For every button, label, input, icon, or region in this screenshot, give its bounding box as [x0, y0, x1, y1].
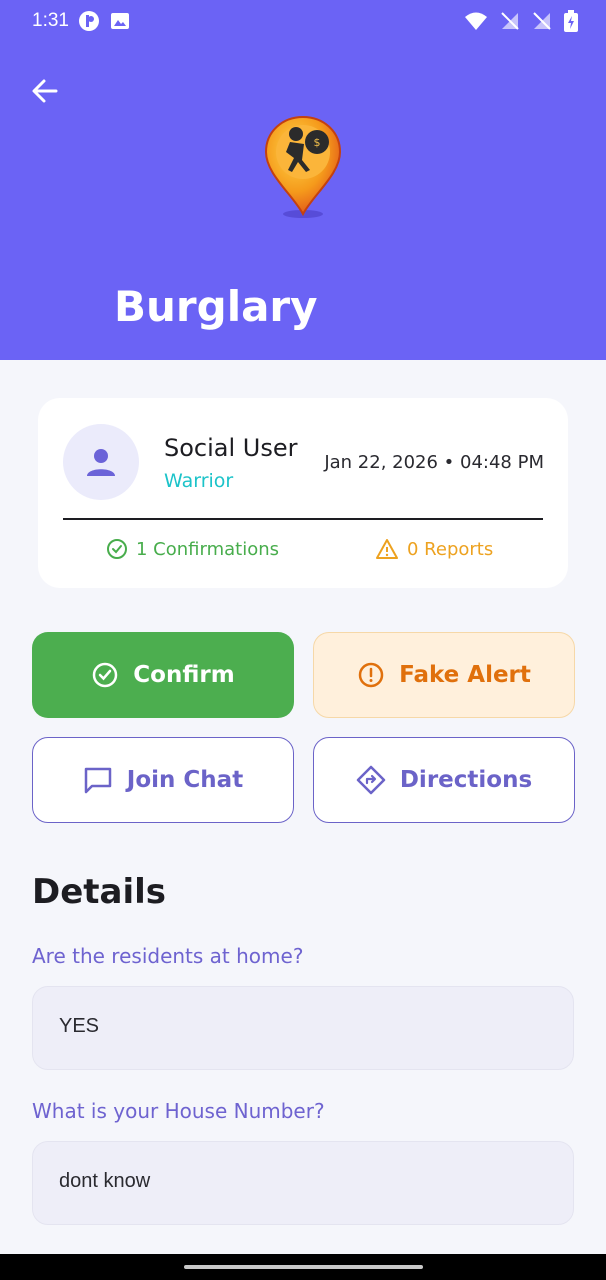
wifi-icon: [464, 11, 488, 35]
question-label: Are the residents at home?: [32, 944, 304, 968]
post-timestamp: Jan 22, 2026 • 04:48 PM: [324, 452, 544, 473]
burglar-pin-icon: $: [262, 114, 344, 222]
avatar[interactable]: [63, 424, 139, 500]
user-name: Social User: [164, 434, 298, 462]
status-time: 1:31: [32, 10, 69, 31]
answer-field: YES: [32, 986, 574, 1070]
navigation-bar: [0, 1254, 606, 1280]
reports-label: 0 Reports: [407, 538, 494, 560]
report-author-card: Social User Warrior Jan 22, 2026 • 04:48…: [38, 398, 568, 588]
person-icon: [87, 449, 115, 476]
chat-icon: [84, 767, 112, 794]
page-title: Burglary: [114, 282, 318, 331]
confirmations-label: 1 Confirmations: [136, 538, 280, 560]
confirm-label: Confirm: [133, 662, 235, 688]
check-circle-icon: [107, 539, 127, 559]
answer-text: YES: [59, 1015, 100, 1037]
status-bar: 1:31: [0, 0, 606, 44]
join-chat-label: Join Chat: [126, 767, 244, 793]
question-label: What is your House Number?: [32, 1099, 325, 1123]
warning-icon: [376, 539, 398, 559]
join-chat-button[interactable]: Join Chat: [32, 737, 294, 823]
divider: [63, 518, 543, 520]
battery-icon: [564, 10, 578, 36]
fake-alert-button[interactable]: Fake Alert: [313, 632, 575, 718]
header: 1:31 $ Burglary: [0, 0, 606, 360]
svg-text:$: $: [314, 136, 321, 149]
details-title: Details: [32, 872, 167, 912]
confirm-button[interactable]: Confirm: [32, 632, 294, 718]
image-icon: [110, 11, 130, 35]
directions-icon: [356, 765, 386, 795]
home-gesture-handle[interactable]: [184, 1265, 423, 1269]
directions-button[interactable]: Directions: [313, 737, 575, 823]
alert-circle-icon: [358, 662, 384, 688]
confirmations-count: 1 Confirmations: [106, 538, 279, 560]
directions-label: Directions: [399, 767, 533, 793]
back-button[interactable]: [26, 72, 64, 110]
user-rank: Warrior: [164, 470, 234, 492]
no-signal-icon: [532, 11, 552, 35]
no-signal-icon: [500, 11, 520, 35]
arrow-left-icon: [32, 79, 58, 103]
reports-count: 0 Reports: [375, 538, 493, 560]
check-circle-icon: [93, 662, 118, 688]
answer-field: dont know: [32, 1141, 574, 1225]
fake-alert-label: Fake Alert: [399, 662, 531, 688]
answer-text: dont know: [59, 1170, 151, 1192]
app-notification-icon: [78, 10, 100, 36]
